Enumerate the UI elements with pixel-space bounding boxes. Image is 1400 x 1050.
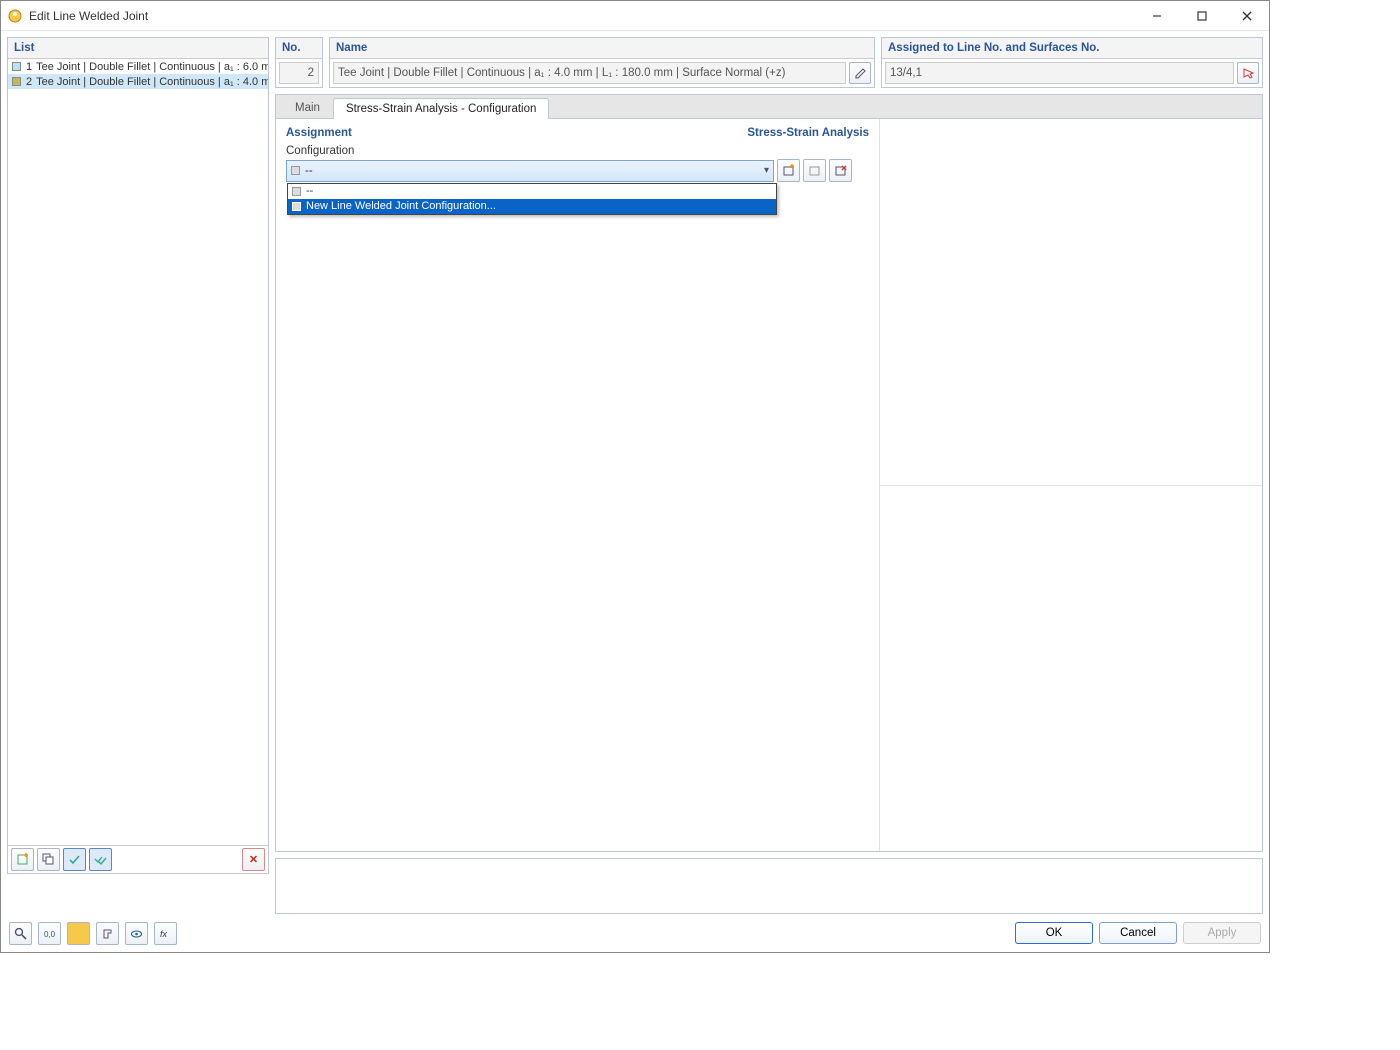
summary-panel: [275, 858, 1263, 914]
tabs-panel: Main Stress-Strain Analysis - Configurat…: [275, 94, 1263, 852]
pick-object-button[interactable]: [1237, 62, 1259, 84]
config-option-label: New Line Welded Joint Configuration...: [306, 200, 496, 212]
app-icon: [7, 8, 23, 24]
color-swatch-icon: [12, 62, 21, 71]
assigned-label: Assigned to Line No. and Surfaces No.: [882, 38, 1262, 59]
list-item-label: Tee Joint | Double Fillet | Continuous |…: [36, 76, 268, 88]
list-panel: List 1 Tee Joint | Double Fillet | Conti…: [7, 37, 269, 874]
svg-text:0,0: 0,0: [44, 930, 56, 939]
color-button[interactable]: [67, 922, 90, 945]
list-item[interactable]: 2 Tee Joint | Double Fillet | Continuous…: [8, 74, 268, 89]
library-config-button[interactable]: [803, 159, 826, 182]
window-title: Edit Line Welded Joint: [29, 9, 148, 23]
name-input[interactable]: [333, 62, 846, 84]
number-field-group: No.: [275, 37, 323, 88]
preview-pane: [879, 119, 1262, 851]
view-button[interactable]: [125, 922, 148, 945]
edit-name-button[interactable]: [849, 62, 871, 84]
svg-text:fx: fx: [160, 929, 168, 939]
titlebar: Edit Line Welded Joint: [1, 1, 1269, 31]
delete-config-button[interactable]: [829, 159, 852, 182]
name-field-group: Name: [329, 37, 875, 88]
tab-strip: Main Stress-Strain Analysis - Configurat…: [276, 95, 1262, 119]
number-input[interactable]: [279, 62, 319, 84]
chevron-down-icon: ▾: [764, 165, 769, 176]
config-swatch-icon: [292, 202, 301, 211]
model-button[interactable]: [96, 922, 119, 945]
assignment-section-title: Assignment: [286, 127, 352, 139]
maximize-button[interactable]: [1179, 1, 1224, 31]
list-item[interactable]: 1 Tee Joint | Double Fillet | Continuous…: [8, 59, 268, 74]
cancel-button[interactable]: Cancel: [1099, 922, 1177, 944]
list-body[interactable]: 1 Tee Joint | Double Fillet | Continuous…: [8, 59, 268, 845]
check-all-button[interactable]: [89, 848, 112, 871]
config-swatch-icon: [291, 166, 300, 175]
config-option-new[interactable]: New Line Welded Joint Configuration...: [288, 199, 776, 214]
list-toolbar: ✕: [8, 845, 268, 873]
search-button[interactable]: [9, 922, 32, 945]
new-config-button[interactable]: [777, 159, 800, 182]
number-label: No.: [276, 38, 322, 59]
config-option-none[interactable]: --: [288, 184, 776, 199]
config-swatch-icon: [292, 187, 301, 196]
list-item-label: Tee Joint | Double Fillet | Continuous |…: [36, 61, 268, 73]
bottom-toolbar: 0,0 fx OK Cancel Apply: [1, 914, 1269, 952]
delete-item-button[interactable]: ✕: [242, 848, 265, 871]
color-swatch-icon: [12, 77, 21, 86]
tab-stress-strain[interactable]: Stress-Strain Analysis - Configuration: [333, 98, 549, 119]
config-option-label: --: [306, 185, 313, 197]
ok-button[interactable]: OK: [1015, 922, 1093, 944]
preview-area-bottom: [880, 485, 1262, 852]
name-label: Name: [330, 38, 874, 59]
list-item-number: 1: [26, 61, 32, 73]
configuration-selected: --: [305, 165, 313, 177]
assignment-pane: Assignment Stress-Strain Analysis Config…: [276, 119, 879, 851]
tab-main[interactable]: Main: [282, 97, 333, 118]
configuration-dropdown-list: -- New Line Welded Joint Configuration..…: [287, 183, 777, 215]
minimize-button[interactable]: [1134, 1, 1179, 31]
close-button[interactable]: [1224, 1, 1269, 31]
list-item-number: 2: [26, 76, 32, 88]
copy-item-button[interactable]: [37, 848, 60, 871]
assigned-input[interactable]: [885, 62, 1234, 84]
apply-button[interactable]: Apply: [1183, 922, 1261, 944]
fx-button[interactable]: fx: [154, 922, 177, 945]
list-header: List: [8, 38, 268, 59]
configuration-dropdown[interactable]: -- ▾ -- New Line Welded Join: [286, 160, 774, 182]
units-button[interactable]: 0,0: [38, 922, 61, 945]
check-button[interactable]: [63, 848, 86, 871]
assigned-field-group: Assigned to Line No. and Surfaces No.: [881, 37, 1263, 88]
new-item-button[interactable]: [11, 848, 34, 871]
stress-strain-link[interactable]: Stress-Strain Analysis: [747, 127, 869, 139]
preview-area-top: [880, 119, 1262, 485]
configuration-label: Configuration: [286, 145, 869, 157]
